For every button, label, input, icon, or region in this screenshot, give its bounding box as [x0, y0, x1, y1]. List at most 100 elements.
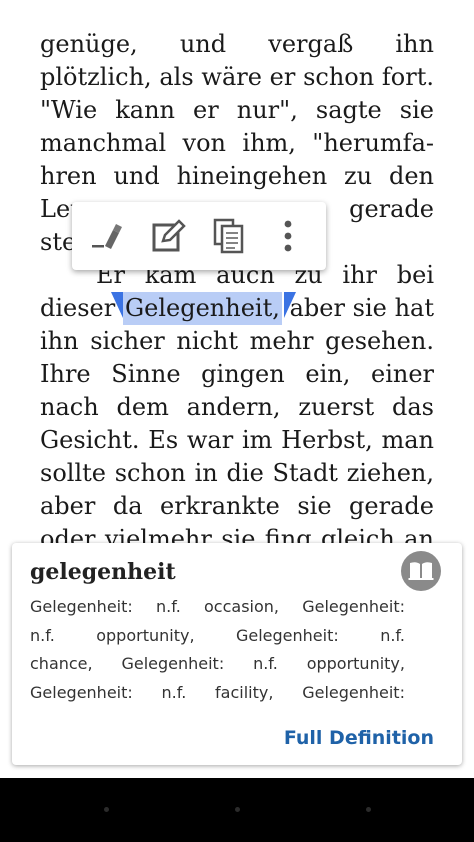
word: hren — [40, 162, 97, 190]
selection-start-handle[interactable] — [110, 292, 123, 318]
copy-button[interactable] — [207, 214, 251, 258]
add-note-button[interactable] — [147, 214, 191, 258]
text-line: Gesicht. Es war im Herbst, man — [40, 424, 434, 457]
highlight-icon — [91, 224, 122, 249]
book-text[interactable]: genüge, und vergaß ihn plötzlich, als wä… — [40, 28, 434, 556]
highlight-button[interactable] — [88, 214, 132, 258]
word: "herumfa- — [312, 129, 434, 157]
def-word: n.f. — [161, 682, 187, 702]
word: ein, — [305, 360, 351, 388]
definition-line: n.f. opportunity, Gelegenheit: n.f. — [30, 622, 405, 651]
more-vert-icon — [284, 220, 292, 252]
dictionary-card: gelegenheit Gelegenheit: n.f. occasion, … — [12, 543, 462, 765]
word: gesehen. — [325, 327, 434, 355]
word: er — [269, 63, 296, 91]
def-word: chance, — [30, 654, 93, 673]
word: aber — [40, 492, 96, 520]
text-line: Ihre Sinne gingen ein, einer — [40, 358, 434, 391]
word: da — [112, 492, 143, 520]
word: mehr — [249, 327, 314, 355]
word: sie — [297, 492, 332, 520]
text-line: "Wie kann er nur", sagte sie — [40, 94, 434, 127]
word: ihn — [40, 327, 79, 355]
word: einer — [370, 360, 434, 388]
word: ihr — [342, 261, 377, 289]
word: gerade — [349, 195, 434, 223]
definition-line: Gelegenheit: n.f. facility, Gelegenheit: — [30, 679, 405, 708]
text-line: hren und hineingehen zu den — [40, 160, 434, 193]
nav-recents-button[interactable] — [366, 807, 371, 812]
word: man — [381, 426, 434, 454]
def-word: Gelegenheit: — [30, 597, 133, 616]
word: manchmal — [40, 129, 167, 157]
word: er — [193, 96, 219, 124]
def-word: Gelegenheit: — [30, 682, 133, 702]
word: gingen — [201, 360, 285, 388]
selection-toolbar — [72, 202, 326, 270]
def-word: facility, — [215, 682, 274, 702]
word: war — [186, 426, 234, 454]
more-options-button[interactable] — [266, 214, 310, 258]
def-word: opportunity, — [96, 625, 195, 645]
selection-end-handle[interactable] — [283, 292, 296, 318]
word: hineingehen — [176, 162, 328, 190]
word: im — [241, 426, 273, 454]
word: den — [388, 162, 434, 190]
word: erkrankte — [160, 492, 280, 520]
text-line: genüge, und vergaß ihn — [40, 28, 434, 61]
def-word: Gelegenheit: — [302, 682, 405, 702]
word: Sinne — [111, 360, 181, 388]
def-word: Gelegenheit: — [235, 625, 339, 645]
word: die — [226, 459, 264, 487]
def-word: opportunity, — [306, 654, 405, 673]
dictionary-book-icon — [408, 562, 434, 580]
def-word: n.f. — [156, 597, 181, 616]
word: Gesicht. — [40, 426, 140, 454]
word: aber — [289, 294, 345, 322]
text-line: aber da erkrankte sie gerade — [40, 490, 434, 523]
word: sollte — [40, 459, 106, 487]
selected-word[interactable]: Gelegenheit, — [110, 292, 296, 325]
word: "Wie — [40, 96, 98, 124]
text-line: nach dem andern, zuerst das — [40, 391, 434, 424]
word: wäre — [201, 63, 262, 91]
nav-back-button[interactable] — [104, 807, 109, 812]
word: dem — [116, 393, 169, 421]
def-word: occasion, — [204, 597, 279, 616]
word: zu — [344, 162, 373, 190]
text-line: plötzlich, als wäre er schon fort. — [40, 61, 434, 94]
dictionary-button[interactable] — [401, 551, 441, 591]
word: und — [113, 162, 160, 190]
word: Ihre — [40, 360, 91, 388]
word: Herbst, — [281, 426, 373, 454]
word: dieser — [40, 294, 116, 322]
word: schon — [303, 63, 375, 91]
def-word: n.f. — [380, 625, 405, 645]
text-line: sollte schon in die Stadt ziehen, — [40, 457, 434, 490]
nav-home-button[interactable] — [235, 807, 240, 812]
word: als — [159, 63, 194, 91]
word: zuerst — [298, 393, 375, 421]
selected-word-text: Gelegenheit, — [124, 294, 280, 322]
word: sicher — [90, 327, 165, 355]
copy-icon — [213, 218, 243, 254]
word: sie — [399, 96, 434, 124]
text-line: manchmal von ihm, "herumfa- — [40, 127, 434, 160]
word: vergaß — [268, 30, 354, 58]
word: ste — [40, 228, 77, 256]
word: ziehen, — [346, 459, 434, 487]
word: schon — [114, 459, 186, 487]
word: plötzlich, — [40, 63, 152, 91]
navigation-bar — [0, 778, 474, 842]
word: sagte — [315, 96, 382, 124]
word: bei — [396, 261, 434, 289]
word: von — [182, 129, 227, 157]
def-word: Gelegenheit: — [302, 597, 405, 616]
word: nicht — [176, 327, 239, 355]
text-line: dieser Gelegenheit, aber sie hat — [40, 292, 434, 325]
word: ihm, — [242, 129, 296, 157]
word: in — [194, 459, 218, 487]
full-definition-link[interactable]: Full Definition — [284, 727, 434, 749]
word: nur", — [236, 96, 298, 124]
definition-line: chance, Gelegenheit: n.f. opportunity, — [30, 650, 405, 679]
